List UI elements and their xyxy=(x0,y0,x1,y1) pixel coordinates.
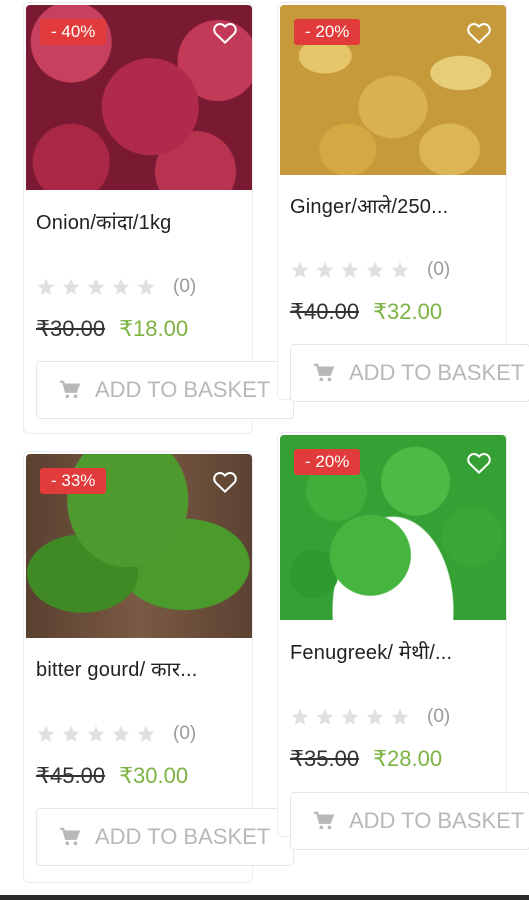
cart-icon xyxy=(314,811,335,830)
heart-icon[interactable] xyxy=(210,466,240,496)
heart-icon[interactable] xyxy=(464,17,494,47)
star-icon xyxy=(391,261,409,278)
heart-icon[interactable] xyxy=(210,17,240,47)
rating-count: (0) xyxy=(427,259,451,280)
add-to-basket-button[interactable]: ADD TO BASKET xyxy=(290,344,529,402)
price-row: ₹30.00 ₹18.00 xyxy=(36,316,188,342)
star-icon xyxy=(137,278,155,295)
add-to-basket-button[interactable]: ADD TO BASKET xyxy=(290,792,529,850)
star-icon xyxy=(366,261,384,278)
rating-count: (0) xyxy=(173,723,197,744)
cart-icon xyxy=(60,827,81,846)
heart-icon[interactable] xyxy=(464,447,494,477)
add-to-basket-label: ADD TO BASKET xyxy=(349,360,525,385)
star-icon xyxy=(87,725,105,742)
discount-badge: - 20% xyxy=(294,449,361,475)
star-icon xyxy=(291,708,309,725)
rating-count: (0) xyxy=(427,706,451,727)
old-price: ₹45.00 xyxy=(36,763,106,788)
product-image-fenugreek[interactable]: - 20% xyxy=(280,435,506,620)
sale-price: ₹32.00 xyxy=(373,299,443,324)
star-icon xyxy=(37,278,55,295)
add-to-basket-button[interactable]: ADD TO BASKET xyxy=(36,808,294,866)
old-price: ₹35.00 xyxy=(290,746,360,771)
sale-price: ₹30.00 xyxy=(119,763,189,788)
star-icon xyxy=(366,708,384,725)
star-icon xyxy=(291,261,309,278)
bottom-edge-bar xyxy=(0,895,529,900)
star-icon xyxy=(62,725,80,742)
star-icon xyxy=(391,708,409,725)
product-image-bitter-gourd[interactable]: - 33% xyxy=(26,454,252,638)
product-title[interactable]: Ginger/आले/250... xyxy=(290,192,448,219)
product-title[interactable]: Onion/कांदा/1kg xyxy=(36,208,171,235)
sale-price: ₹18.00 xyxy=(119,316,189,341)
rating-stars: (0) xyxy=(290,259,450,281)
discount-badge: - 40% xyxy=(40,19,107,45)
star-icon xyxy=(87,278,105,295)
price-row: ₹40.00 ₹32.00 xyxy=(290,299,442,325)
product-card-ginger[interactable]: - 20% Ginger/आले/250... (0) ₹40.00 ₹32.00… xyxy=(277,2,529,402)
old-price: ₹30.00 xyxy=(36,316,106,341)
star-icon xyxy=(112,278,130,295)
old-price: ₹40.00 xyxy=(290,299,360,324)
price-row: ₹45.00 ₹30.00 xyxy=(36,763,188,789)
product-card-bitter-gourd[interactable]: - 33% bitter gourd/ कार... (0) ₹45.00 ₹30… xyxy=(23,451,294,883)
product-image-ginger[interactable]: - 20% xyxy=(280,5,506,175)
rating-stars: (0) xyxy=(36,723,196,745)
sale-price: ₹28.00 xyxy=(373,746,443,771)
cart-icon xyxy=(60,380,81,399)
rating-stars: (0) xyxy=(290,706,450,728)
product-card-fenugreek[interactable]: - 20% Fenugreek/ मेथी/... (0) ₹35.00 ₹28.… xyxy=(277,432,529,850)
product-image-onion[interactable]: - 40% xyxy=(26,5,252,190)
star-icon xyxy=(341,261,359,278)
price-row: ₹35.00 ₹28.00 xyxy=(290,746,442,772)
product-title[interactable]: Fenugreek/ मेथी/... xyxy=(290,638,452,665)
discount-badge: - 33% xyxy=(40,468,107,494)
star-icon xyxy=(341,708,359,725)
star-icon xyxy=(62,278,80,295)
add-to-basket-button[interactable]: ADD TO BASKET xyxy=(36,361,294,419)
cart-icon xyxy=(314,363,335,382)
product-card-onion[interactable]: - 40% Onion/कांदा/1kg (0) ₹30.00 ₹18.00 A… xyxy=(23,2,294,434)
add-to-basket-label: ADD TO BASKET xyxy=(95,824,271,849)
rating-count: (0) xyxy=(173,276,197,297)
rating-stars: (0) xyxy=(36,276,196,298)
product-title[interactable]: bitter gourd/ कार... xyxy=(36,655,197,682)
star-icon xyxy=(37,725,55,742)
star-icon xyxy=(112,725,130,742)
star-icon xyxy=(137,725,155,742)
add-to-basket-label: ADD TO BASKET xyxy=(95,377,271,402)
star-icon xyxy=(316,261,334,278)
add-to-basket-label: ADD TO BASKET xyxy=(349,808,525,833)
discount-badge: - 20% xyxy=(294,19,361,45)
star-icon xyxy=(316,708,334,725)
